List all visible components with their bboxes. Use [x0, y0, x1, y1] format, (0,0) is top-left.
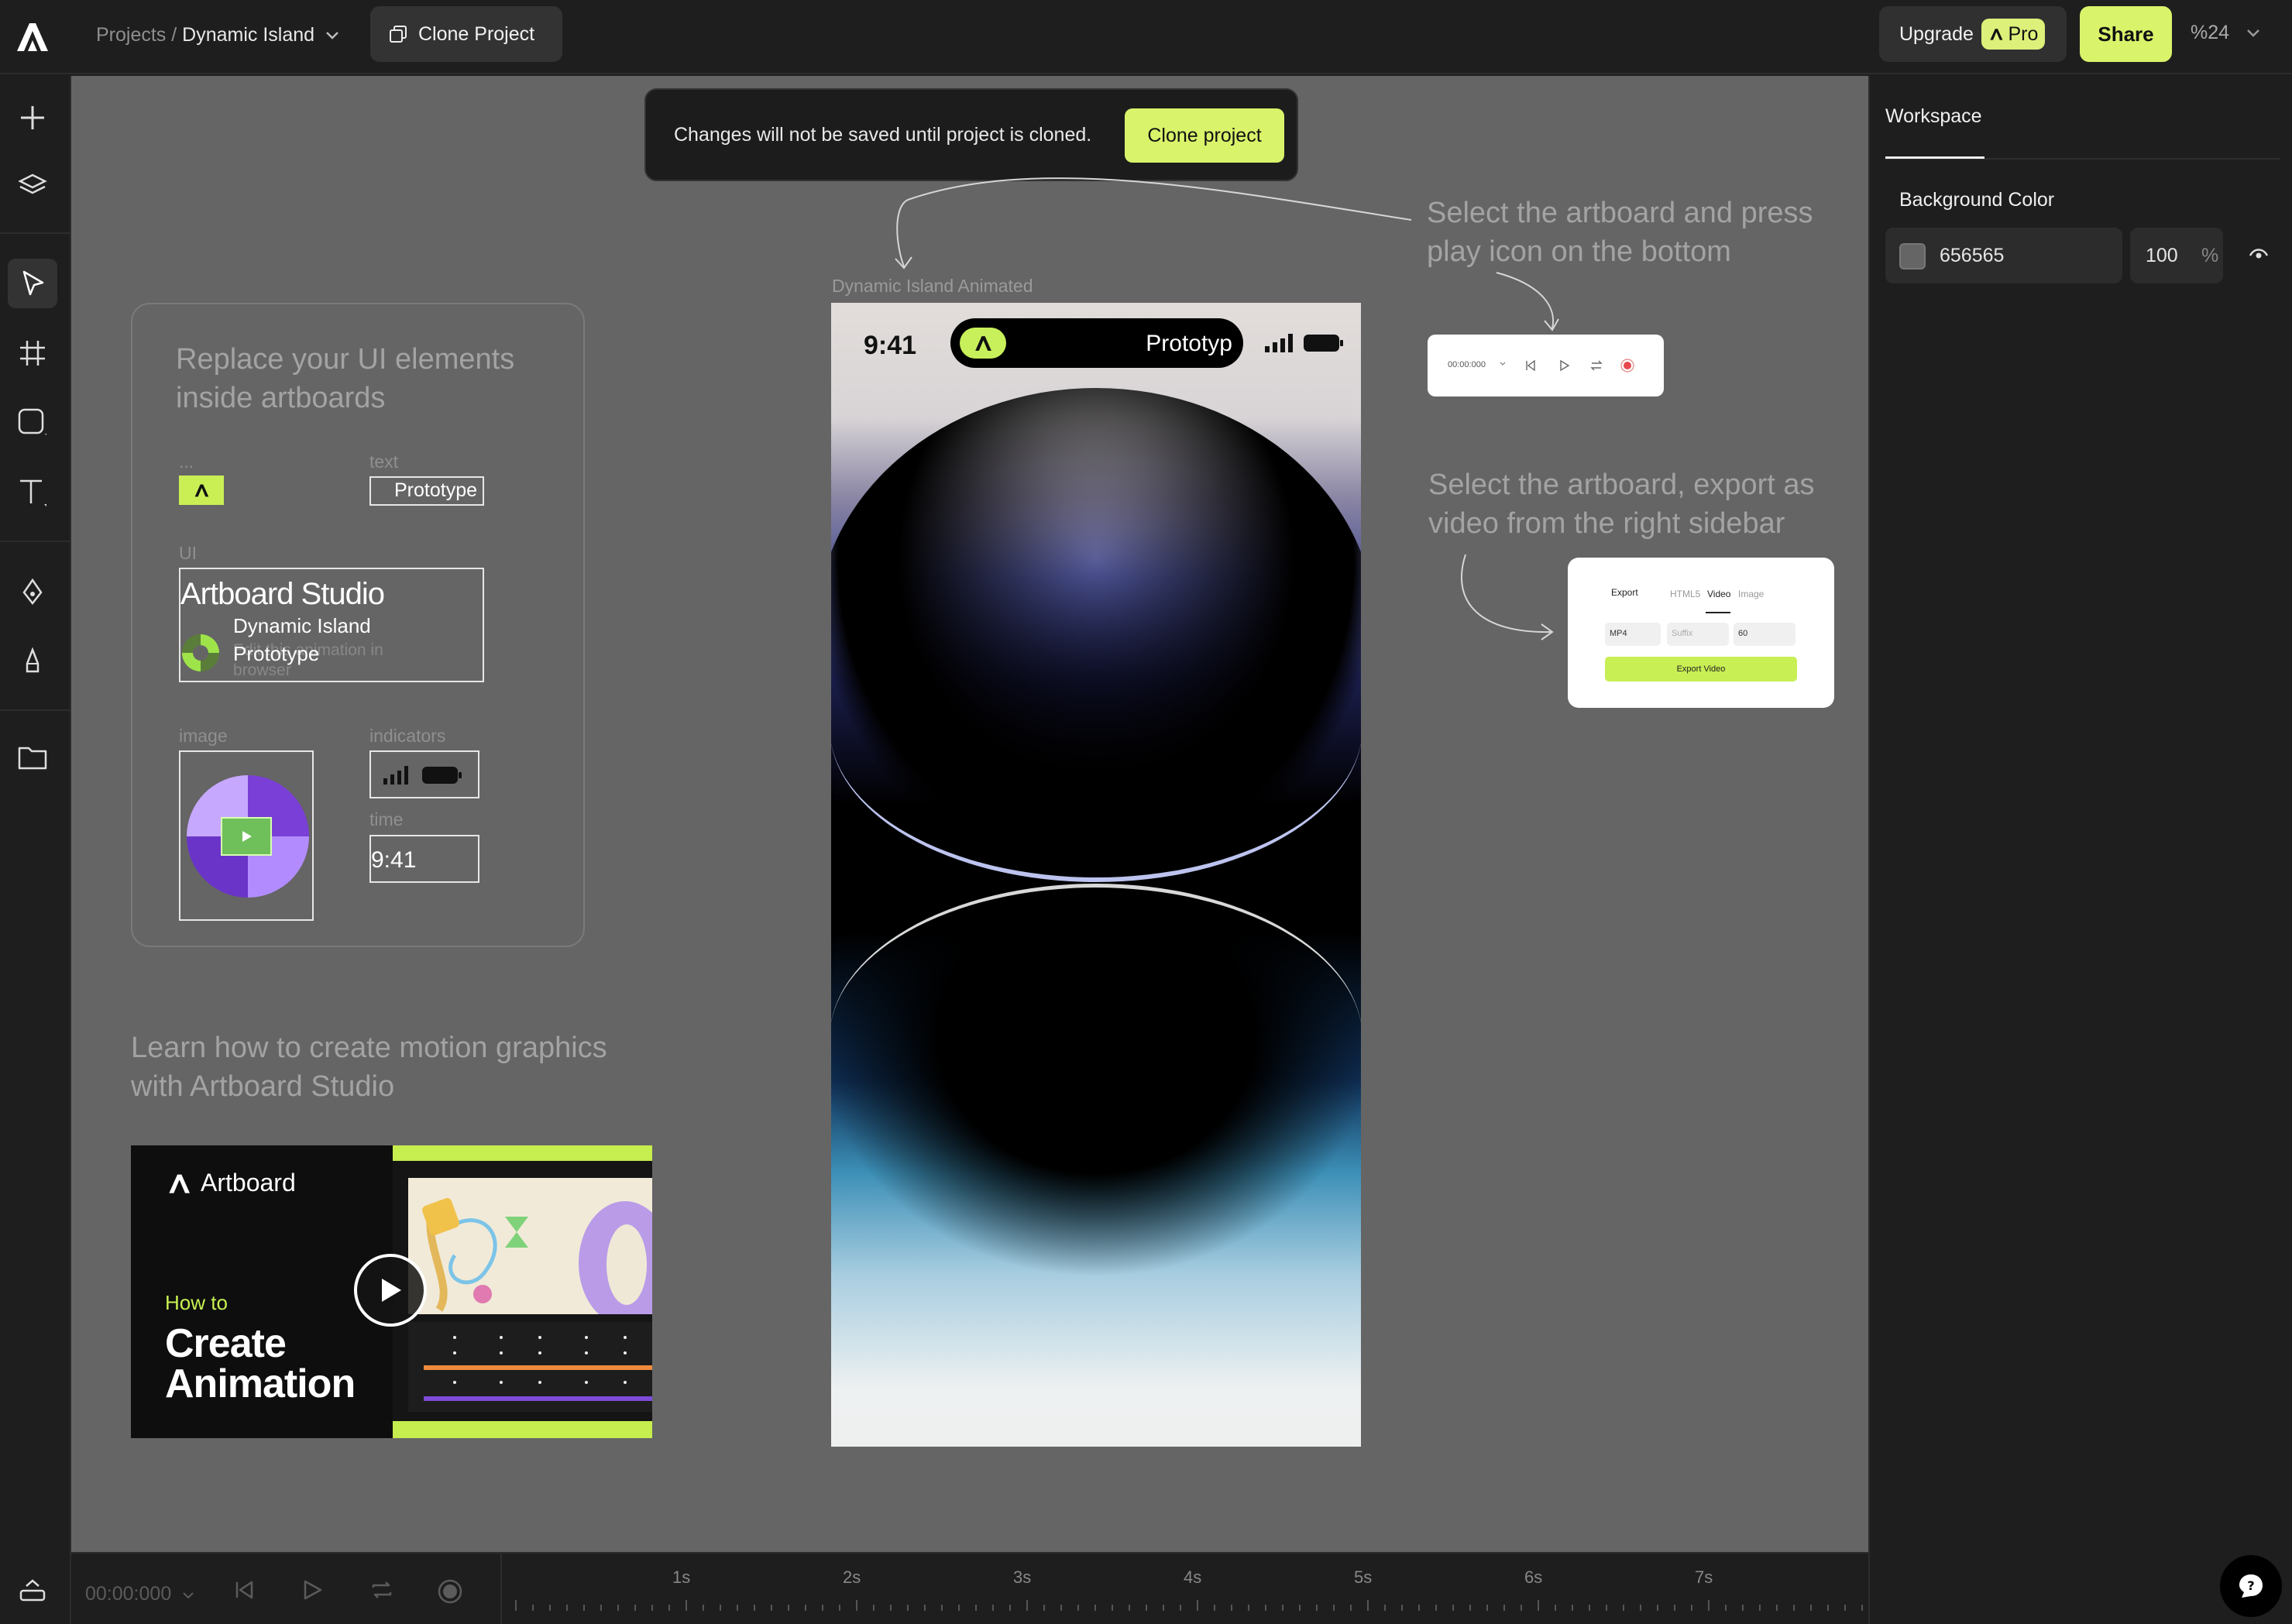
background-color-label: Background Color	[1899, 189, 2055, 211]
timeline-second-1: 1s	[672, 1567, 691, 1587]
chevron-down-icon	[2247, 29, 2259, 38]
select-icon[interactable]	[8, 259, 57, 308]
opacity-field[interactable]: 100 %	[2130, 228, 2223, 283]
export-suffix-field: Suffix	[1667, 623, 1729, 646]
timeline-second-5: 5s	[1354, 1567, 1373, 1587]
pencil-icon[interactable]	[8, 637, 57, 686]
timeline-ticks	[515, 1600, 1863, 1611]
left-toolbar	[0, 76, 71, 1624]
orb-rim-top	[831, 303, 1361, 882]
dynamic-island-artboard[interactable]: 9:41 Prototyp	[831, 303, 1361, 1447]
clone-project-button[interactable]: Clone Project	[370, 6, 562, 62]
upgrade-button[interactable]: Upgrade Pro	[1879, 6, 2067, 62]
pen-icon[interactable]	[8, 567, 57, 616]
copy-icon	[390, 26, 407, 43]
background-color-field[interactable]: 656565	[1885, 228, 2122, 283]
timeline-time-dropdown[interactable]: 00:00:000	[85, 1583, 195, 1605]
zoom-level: %24	[2191, 22, 2230, 43]
player-time: 00:00:000	[1448, 360, 1486, 369]
breadcrumb: Projects / Dynamic Island	[96, 22, 340, 48]
loop-icon[interactable]	[369, 1578, 395, 1602]
artboard-logo-icon	[975, 336, 991, 351]
signal-icon	[1265, 334, 1293, 352]
export-fps-field: 60	[1734, 623, 1795, 646]
export-tab-image: Image	[1738, 589, 1765, 599]
folder-icon[interactable]	[8, 733, 57, 782]
zoom-dropdown[interactable]: %24	[2191, 22, 2261, 44]
hint-export: Select the artboard, export as video fro…	[1428, 469, 1815, 540]
timeline-ruler[interactable]: 1s 2s 3s 4s 5s 6s 7s	[500, 1554, 1868, 1624]
status-bar-time: 9:41	[864, 331, 917, 360]
chevron-down-icon[interactable]	[325, 30, 340, 41]
artboard-logo-icon[interactable]	[11, 17, 53, 56]
tab-underline	[1885, 156, 1984, 159]
export-format-field: MP4	[1605, 623, 1661, 646]
help-chat-button[interactable]: ?	[2220, 1555, 2282, 1617]
svg-text:?: ?	[2247, 1578, 2254, 1593]
timeline-second-6: 6s	[1524, 1567, 1543, 1587]
island-logo-pill	[960, 328, 1006, 359]
export-tab-html5: HTML5	[1670, 589, 1701, 599]
color-swatch[interactable]	[1899, 243, 1926, 270]
export-tab-underline	[1706, 612, 1730, 613]
top-bar: Projects / Dynamic Island Clone Project …	[0, 0, 2292, 74]
frame-icon[interactable]	[8, 328, 57, 378]
pro-badge-label: Pro	[2008, 22, 2039, 45]
layers-icon[interactable]	[8, 161, 57, 211]
hint-play: Select the artboard and press play icon …	[1427, 197, 1813, 268]
opacity-unit: %	[2201, 245, 2219, 266]
timeline-second-7: 7s	[1695, 1567, 1713, 1587]
breadcrumb-project-name[interactable]: Dynamic Island	[182, 24, 314, 46]
orb-rim-bottom	[831, 884, 1361, 1447]
share-button[interactable]: Share	[2080, 6, 2172, 62]
artboard-label[interactable]: Dynamic Island Animated	[832, 276, 1033, 297]
pro-badge: Pro	[1981, 19, 2045, 50]
record-icon[interactable]	[437, 1578, 463, 1605]
play-icon[interactable]	[301, 1578, 324, 1602]
upgrade-label: Upgrade	[1899, 22, 1974, 45]
export-video-button: Export Video	[1605, 657, 1797, 682]
timeline-time: 00:00:000	[85, 1583, 172, 1605]
canvas[interactable]: Changes will not be saved until project …	[71, 76, 1868, 1552]
toolbar-divider	[0, 541, 71, 542]
add-icon[interactable]	[8, 93, 57, 142]
clone-project-label: Clone Project	[418, 22, 535, 45]
export-title: Export	[1611, 587, 1638, 598]
island-text: Prototyp	[1146, 331, 1232, 356]
chevron-down-icon	[183, 1592, 194, 1599]
toolbar-divider	[0, 709, 71, 711]
text-icon[interactable]	[8, 468, 57, 517]
artboard-logo-icon	[1990, 29, 2003, 40]
skip-back-icon[interactable]	[232, 1578, 256, 1602]
status-indicators	[1265, 334, 1344, 352]
battery-icon	[1304, 335, 1343, 352]
timeline-second-4: 4s	[1184, 1567, 1202, 1587]
timeline-bar: 00:00:000 1s 2s 3s 4s 5s 6s 7s	[71, 1552, 1868, 1624]
color-hex-value: 656565	[1940, 245, 2005, 266]
dynamic-island: Prototyp	[950, 318, 1243, 368]
player-controls-icon	[1500, 359, 1634, 373]
timeline-second-3: 3s	[1013, 1567, 1032, 1587]
tab-workspace[interactable]: Workspace	[1885, 105, 1982, 128]
opacity-value: 100	[2146, 245, 2178, 266]
export-tab-video: Video	[1707, 589, 1731, 599]
shape-icon[interactable]	[8, 398, 57, 448]
timeline-toggle-icon[interactable]	[8, 1564, 57, 1614]
breadcrumb-projects[interactable]: Projects /	[96, 24, 177, 46]
toolbar-divider	[0, 232, 71, 234]
right-panel: Workspace Background Color 656565 100 %	[1868, 76, 2292, 1624]
player-preview-card: 00:00:000	[1428, 335, 1664, 397]
eye-icon[interactable]	[2248, 246, 2270, 262]
chat-help-icon: ?	[2239, 1574, 2263, 1598]
export-preview-card: Export HTML5 Video Image MP4 Suffix 60 E…	[1568, 558, 1834, 708]
timeline-second-2: 2s	[843, 1567, 861, 1587]
